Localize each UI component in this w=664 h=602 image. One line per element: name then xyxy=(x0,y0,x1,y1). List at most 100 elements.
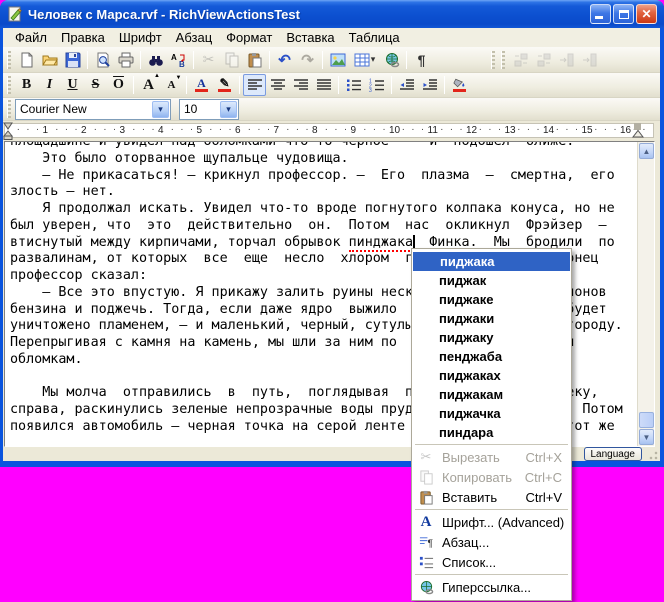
suggestion-пиндара[interactable]: пиндара xyxy=(412,423,571,442)
suggestion-пиджаку[interactable]: пиджаку xyxy=(412,328,571,347)
menu-item-paragraph-dialog[interactable]: ¶Абзац... xyxy=(412,532,571,552)
insert-image-button[interactable] xyxy=(326,49,349,71)
scroll-down-button[interactable]: ▼ xyxy=(639,429,654,445)
find-button[interactable] xyxy=(144,49,167,71)
scrollbar-thumb[interactable] xyxy=(639,412,654,428)
align-left-button[interactable] xyxy=(243,74,266,96)
resize-grip[interactable] xyxy=(646,448,658,460)
insert-table-button[interactable]: ▾ xyxy=(349,49,380,71)
chevron-down-icon[interactable]: ▾ xyxy=(220,101,237,118)
suggestion-пиджаках[interactable]: пиджаках xyxy=(412,366,571,385)
grow-font-button[interactable]: A xyxy=(137,74,160,96)
maximize-button[interactable] xyxy=(613,4,634,24)
save-icon xyxy=(65,52,81,68)
arrow-up-icon: ▲ xyxy=(643,147,651,156)
strikethrough-button[interactable]: S xyxy=(84,74,107,96)
cut-button[interactable]: ✂ xyxy=(197,49,220,71)
menu-item-cut[interactable]: ✂ВырезатьCtrl+X xyxy=(412,447,571,467)
show-formatting-button[interactable]: ¶ xyxy=(410,49,433,71)
bullet-list-button[interactable] xyxy=(342,74,365,96)
table-op-button-2[interactable] xyxy=(532,49,555,71)
open-button[interactable] xyxy=(38,49,61,71)
font-color-button[interactable]: A xyxy=(190,74,213,96)
new-document-button[interactable] xyxy=(15,49,38,71)
undo-button[interactable]: ↶ xyxy=(273,49,296,71)
bold-button[interactable]: B xyxy=(15,74,38,96)
copy-button[interactable] xyxy=(220,49,243,71)
shrink-font-button[interactable]: A xyxy=(160,74,183,96)
suggestion-пиджаке[interactable]: пиджаке xyxy=(412,290,571,309)
ruler-number: 16 xyxy=(620,125,631,136)
print-preview-button[interactable] xyxy=(91,49,114,71)
ruler[interactable]: 1···2···3···4···5···6···7···8···9···10··… xyxy=(3,121,660,141)
suggestion-пиджакам[interactable]: пиджакам xyxy=(412,385,571,404)
table-op-button-3[interactable] xyxy=(555,49,578,71)
increase-indent-button[interactable] xyxy=(418,74,441,96)
close-button[interactable]: ✕ xyxy=(636,4,657,24)
paste-button[interactable] xyxy=(243,49,266,71)
ruler-tick: · xyxy=(132,124,135,135)
highlight-color-button[interactable]: ✎ xyxy=(213,74,236,96)
menu-item-list-dialog[interactable]: Список... xyxy=(412,552,571,572)
suggestion-пиджака[interactable]: пиджака xyxy=(413,252,570,271)
toolbar-grip[interactable] xyxy=(7,51,11,69)
language-button[interactable]: Language xyxy=(584,447,643,461)
ruler-tick: · xyxy=(334,124,337,135)
ruler-tick: · xyxy=(142,124,145,135)
print-button[interactable] xyxy=(114,49,137,71)
menu-item-hyperlink-dialog[interactable]: Гиперссылка... xyxy=(412,577,571,597)
indent-marker-right[interactable] xyxy=(632,123,644,139)
table-op-button-4[interactable] xyxy=(578,49,601,71)
toolbar-grip[interactable] xyxy=(7,100,11,118)
ruler-number: 5 xyxy=(197,125,203,136)
menu-item-font-dialog[interactable]: AШрифт... (Advanced) xyxy=(412,512,571,532)
insert-hyperlink-button[interactable] xyxy=(380,49,403,71)
ruler-tick: · xyxy=(209,124,212,135)
save-button[interactable] xyxy=(61,49,84,71)
menu-Вставка[interactable]: Вставка xyxy=(279,29,341,46)
overline-button[interactable]: O xyxy=(107,74,130,96)
scroll-up-button[interactable]: ▲ xyxy=(639,143,654,159)
suggestion-пиджак[interactable]: пиджак xyxy=(412,271,571,290)
menu-Формат[interactable]: Формат xyxy=(219,29,279,46)
menu-bar: ФайлПравкаШрифтАбзацФорматВставкаТаблица xyxy=(3,28,660,47)
numbered-list-button[interactable]: 123 xyxy=(365,74,388,96)
copy-icon xyxy=(224,52,240,68)
ruler-tick: · xyxy=(190,124,193,135)
align-justify-button[interactable] xyxy=(312,74,335,96)
toolbar-grip[interactable] xyxy=(491,51,495,69)
menu-item-copy[interactable]: КопироватьCtrl+C xyxy=(412,467,571,487)
ruler-tick: · xyxy=(373,124,376,135)
italic-button[interactable]: I xyxy=(38,74,61,96)
suggestion-пиджачка[interactable]: пиджачка xyxy=(412,404,571,423)
menu-Шрифт[interactable]: Шрифт xyxy=(112,29,169,46)
align-center-button[interactable] xyxy=(266,74,289,96)
menu-Правка[interactable]: Правка xyxy=(54,29,112,46)
title-bar[interactable]: Человек с Марса.rvf - RichViewActionsTes… xyxy=(0,0,664,28)
align-right-button[interactable] xyxy=(289,74,312,96)
font-size-combo[interactable]: 10 ▾ xyxy=(179,99,239,120)
table-op-button-1[interactable] xyxy=(509,49,532,71)
vertical-scrollbar[interactable]: ▲ ▼ xyxy=(637,142,654,446)
underline-button[interactable]: U xyxy=(61,74,84,96)
ruler-number: 12 xyxy=(466,125,477,136)
menu-Таблица[interactable]: Таблица xyxy=(342,29,407,46)
font-name-combo[interactable]: Courier New ▾ xyxy=(15,99,171,120)
ruler-number: 8 xyxy=(312,125,318,136)
suggestion-пенджаба[interactable]: пенджаба xyxy=(412,347,571,366)
redo-button[interactable]: ↷ xyxy=(296,49,319,71)
menu-item-paste[interactable]: ВставитьCtrl+V xyxy=(412,487,571,507)
toolbar-grip[interactable] xyxy=(7,76,11,94)
replace-button[interactable]: AB xyxy=(167,49,190,71)
decrease-indent-button[interactable] xyxy=(395,74,418,96)
insert-table-icon xyxy=(354,52,370,68)
toolbar-grip[interactable] xyxy=(501,51,505,69)
misspelled-word[interactable]: пинджака xyxy=(349,235,414,252)
menu-Абзац[interactable]: Абзац xyxy=(169,29,219,46)
menu-Файл[interactable]: Файл xyxy=(8,29,54,46)
fill-color-button[interactable] xyxy=(448,74,471,96)
minimize-button[interactable] xyxy=(590,4,611,24)
chevron-down-icon[interactable]: ▾ xyxy=(152,101,169,118)
indent-marker-left[interactable] xyxy=(3,122,14,140)
suggestion-пиджаки[interactable]: пиджаки xyxy=(412,309,571,328)
